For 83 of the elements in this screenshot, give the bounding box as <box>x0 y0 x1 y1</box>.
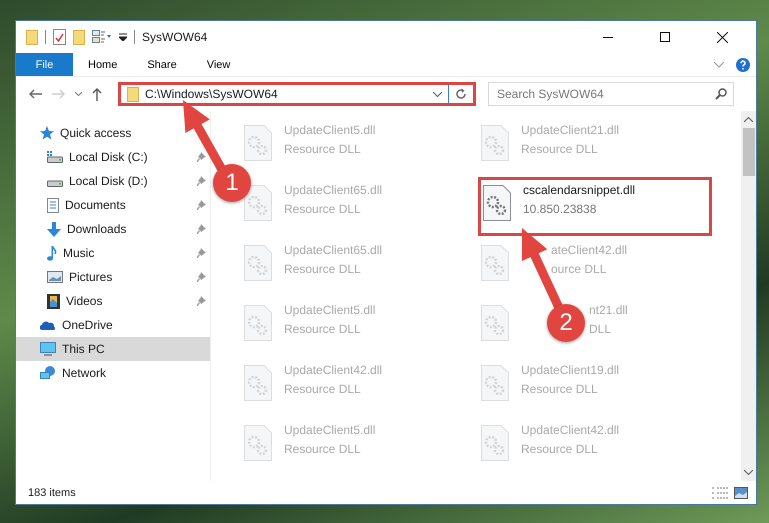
folder-icon <box>127 86 139 102</box>
nav-item[interactable]: Videos <box>16 289 210 313</box>
gear-file-icon <box>244 305 272 341</box>
film-icon <box>47 294 60 308</box>
cloud-icon <box>40 320 56 330</box>
file-detail: Resource DLL <box>284 202 361 216</box>
details-view-icon[interactable] <box>712 486 728 498</box>
ribbon-tab[interactable]: Share <box>132 53 192 76</box>
pin-icon[interactable] <box>197 248 206 258</box>
pin-icon[interactable] <box>197 224 206 234</box>
address-path: C:\Windows\SysWOW64 <box>145 87 279 101</box>
file-detail: Resource DLL <box>521 442 598 456</box>
chevron-down-icon[interactable] <box>75 92 82 96</box>
gear-file-icon <box>481 125 509 161</box>
pin-icon[interactable] <box>197 176 206 186</box>
gear-file-icon <box>244 245 272 281</box>
pin-icon[interactable] <box>197 272 206 282</box>
scroll-down-icon[interactable] <box>744 470 753 475</box>
file-detail: Resource DLL <box>284 322 361 336</box>
gear-file-icon <box>481 365 509 401</box>
nav-item[interactable]: Quick access <box>16 121 210 145</box>
file-detail: Resource DLL <box>284 442 361 456</box>
ribbon-tab[interactable]: View <box>192 53 246 76</box>
gear-file-icon <box>244 365 272 401</box>
hard-drive-icon <box>47 151 63 163</box>
file-detail: Resource DLL <box>521 142 598 156</box>
file-detail: DLL <box>589 322 612 336</box>
gear-file-icon <box>244 125 272 161</box>
close-icon[interactable] <box>717 32 728 42</box>
file-detail: 10.850.23838 <box>523 202 596 216</box>
scrollbar-thumb[interactable] <box>742 128 754 176</box>
gear-file-icon <box>244 425 272 461</box>
scrollbar[interactable] <box>741 111 756 481</box>
refresh-icon[interactable] <box>455 88 467 100</box>
nav-item[interactable]: Pictures <box>16 265 210 289</box>
pin-icon[interactable] <box>197 296 206 306</box>
address-bar[interactable]: C:\Windows\SysWOW64 <box>118 82 476 106</box>
gear-file-icon <box>481 425 509 461</box>
star-icon <box>40 126 54 140</box>
nav-item[interactable]: Documents <box>16 193 210 217</box>
down-arrow-icon <box>47 222 61 236</box>
back-arrow-icon[interactable] <box>29 89 42 99</box>
search-field[interactable]: Search SysWOW64 <box>488 82 734 106</box>
item-count: 183 items <box>28 486 76 498</box>
search-icon[interactable] <box>715 88 727 100</box>
thumbnail-view-icon[interactable] <box>734 486 748 498</box>
pin-icon[interactable] <box>197 152 206 162</box>
nav-item[interactable]: Music <box>16 241 210 265</box>
nav-item[interactable]: OneDrive <box>16 313 210 337</box>
gear-file-icon <box>481 305 509 341</box>
file-detail: ource DLL <box>551 262 606 276</box>
gear-file-icon <box>481 245 509 281</box>
gear-file-icon <box>244 185 272 221</box>
nav-item[interactable]: This PC <box>16 337 210 361</box>
up-arrow-icon[interactable] <box>92 88 102 100</box>
nav-item[interactable]: Network <box>16 361 210 385</box>
scroll-up-icon[interactable] <box>744 117 753 122</box>
music-note-icon <box>47 246 57 260</box>
help-icon[interactable] <box>736 58 750 72</box>
dropdown-icon[interactable] <box>119 33 127 41</box>
ribbon-tab[interactable]: Home <box>73 53 132 76</box>
nav-item[interactable]: Local Disk (C:) <box>16 145 210 169</box>
monitor-icon <box>40 342 56 356</box>
window-title: SysWOW64 <box>142 30 208 44</box>
file-tab[interactable]: File <box>16 53 73 76</box>
document-icon <box>47 198 59 212</box>
properties-icon[interactable] <box>92 30 112 44</box>
file-detail: Resource DLL <box>521 382 598 396</box>
nav-item[interactable]: Downloads <box>16 217 210 241</box>
checklist-icon[interactable] <box>53 29 66 45</box>
maximize-icon[interactable] <box>660 32 670 42</box>
file-detail: Resource DLL <box>284 142 361 156</box>
pin-icon[interactable] <box>197 200 206 210</box>
search-input[interactable]: Search SysWOW64 <box>495 86 715 102</box>
file-detail: Resource DLL <box>284 382 361 396</box>
file-detail: Resource DLL <box>284 262 361 276</box>
network-icon <box>40 366 56 380</box>
chevron-down-icon[interactable] <box>433 92 442 96</box>
minimize-icon[interactable] <box>603 36 613 38</box>
nav-item[interactable]: Local Disk (D:) <box>16 169 210 193</box>
gear-file-icon <box>483 185 511 221</box>
file-name[interactable]: cscalendarsnippet.dll <box>523 183 636 197</box>
picture-icon <box>47 271 63 283</box>
